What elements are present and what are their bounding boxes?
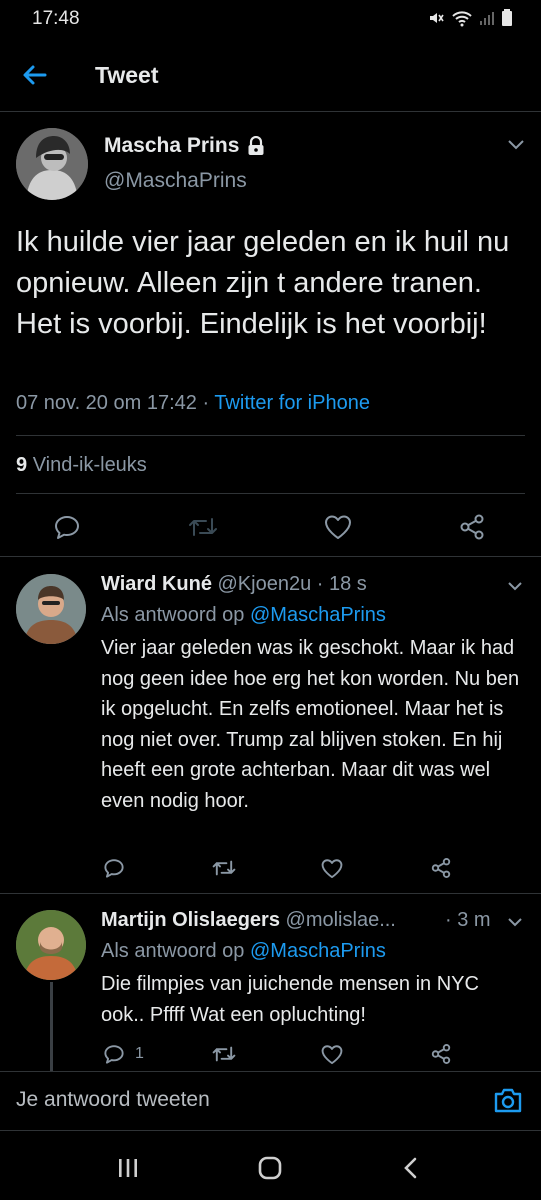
reply-tweet[interactable]: Wiard Kuné @Kjoen2u · 18 s Als antwoord … [0, 558, 541, 893]
reply-author-handle[interactable]: @Kjoen2u [218, 573, 312, 595]
reply-to-handle[interactable]: @MaschaPrins [250, 604, 386, 626]
retweet-button[interactable] [212, 853, 236, 883]
like-button[interactable] [321, 853, 343, 883]
camera-icon [494, 1088, 522, 1113]
retweet-button[interactable] [212, 1039, 236, 1069]
reply-button[interactable] [47, 507, 87, 547]
reply-count: 1 [135, 1045, 144, 1062]
heart-icon [321, 858, 343, 878]
speech-bubble-icon [104, 859, 124, 878]
system-back-button[interactable] [391, 1151, 431, 1185]
chevron-down-icon [508, 582, 522, 591]
author-name[interactable]: Mascha Prins [104, 134, 265, 158]
reply-time: · 3 m [445, 909, 491, 931]
back-chevron-icon [404, 1157, 417, 1179]
tweet-meta: 07 nov. 20 om 17:42 · Twitter for iPhone [16, 392, 370, 415]
reply-to-line: Als antwoord op @MaschaPrins [101, 940, 386, 963]
divider [16, 493, 525, 494]
avatar-photo [16, 910, 86, 980]
reply-header: Wiard Kuné @Kjoen2u · 18 s [101, 573, 367, 596]
tweet-actions [0, 507, 541, 557]
battery-icon [502, 9, 512, 26]
avatar-photo [16, 574, 86, 644]
reply-actions [0, 853, 541, 883]
chevron-down-icon [508, 918, 522, 927]
reply-menu-button[interactable] [507, 914, 523, 932]
status-icons [427, 9, 513, 27]
status-bar: 17:48 [0, 0, 541, 40]
avatar[interactable] [16, 910, 86, 980]
wifi-icon [452, 11, 472, 27]
reply-time: · 18 s [316, 573, 367, 595]
reply-author-handle[interactable]: @molislae... [286, 909, 396, 931]
reply-author-name[interactable]: Wiard Kuné [101, 573, 212, 595]
like-button[interactable] [321, 1039, 343, 1069]
reply-button[interactable]: 1 [103, 1039, 144, 1069]
likes-label: Vind-ik-leuks [32, 454, 147, 476]
speech-bubble-icon [104, 1045, 124, 1064]
share-icon [431, 858, 451, 878]
reply-button[interactable] [103, 853, 135, 883]
heart-icon [325, 515, 351, 539]
share-button[interactable] [430, 853, 452, 883]
reply-to-label: Als antwoord op [101, 940, 245, 962]
author-handle[interactable]: @MaschaPrins [104, 169, 247, 193]
heart-icon [321, 1044, 343, 1064]
system-nav-bar [0, 1131, 541, 1200]
reply-time-wrap: · 3 m [445, 909, 491, 932]
like-button[interactable] [318, 507, 358, 547]
reply-input[interactable] [16, 1088, 466, 1112]
back-button[interactable] [20, 60, 56, 92]
retweet-icon [189, 518, 217, 536]
status-time: 17:48 [32, 8, 80, 29]
reply-text: Die filmpjes van juichende mensen in NYC… [101, 973, 479, 1026]
share-icon [460, 514, 484, 540]
home-icon [258, 1156, 282, 1180]
reply-author-name[interactable]: Martijn Olislaegers [101, 909, 280, 931]
avatar-photo [16, 128, 88, 200]
likes-row[interactable]: 9 Vind-ik-leuks [16, 454, 147, 477]
divider [0, 556, 541, 557]
divider [16, 435, 525, 436]
mute-icon [430, 13, 444, 23]
tweet-menu-button[interactable] [507, 138, 525, 156]
retweet-button [183, 507, 223, 547]
author-name-text: Mascha Prins [104, 134, 240, 157]
likes-count: 9 [16, 454, 28, 476]
reply-to-handle[interactable]: @MaschaPrins [250, 940, 386, 962]
tweet-text: Ik huilde vier jaar geleden en ik huil n… [16, 226, 510, 340]
reply-menu-button[interactable] [507, 578, 523, 596]
reply-header: Martijn Olislaegers @molislae... [101, 909, 396, 932]
share-icon [431, 1044, 451, 1064]
reply-to-label: Als antwoord op [101, 604, 245, 626]
retweet-icon [212, 860, 236, 876]
tweet-source[interactable]: Twitter for iPhone [214, 392, 370, 414]
chevron-down-icon [508, 140, 524, 150]
share-button[interactable] [430, 1039, 452, 1069]
avatar[interactable] [16, 574, 86, 644]
lock-icon [248, 136, 264, 155]
arrow-left-icon [23, 65, 47, 85]
meta-separator: · [202, 392, 210, 414]
retweet-icon [212, 1046, 236, 1062]
page-title: Tweet [95, 62, 159, 88]
reply-text: Vier jaar geleden was ik geschokt. Maar … [101, 637, 520, 812]
recent-apps-button[interactable] [108, 1151, 148, 1185]
reply-to-line: Als antwoord op @MaschaPrins [101, 604, 386, 627]
reply-actions: 1 [0, 1039, 541, 1069]
recent-apps-icon [119, 1159, 137, 1177]
app-header: Tweet [0, 40, 541, 112]
tweet-timestamp[interactable]: 07 nov. 20 om 17:42 [16, 392, 197, 414]
speech-bubble-icon [55, 516, 79, 539]
avatar[interactable] [16, 128, 88, 200]
home-button[interactable] [250, 1151, 290, 1185]
compose-bar [0, 1071, 541, 1131]
reply-tweet[interactable]: Martijn Olislaegers @molislae... · 3 m A… [0, 894, 541, 1071]
camera-button[interactable] [493, 1086, 523, 1119]
signal-icon [480, 12, 494, 25]
share-button[interactable] [452, 507, 492, 547]
